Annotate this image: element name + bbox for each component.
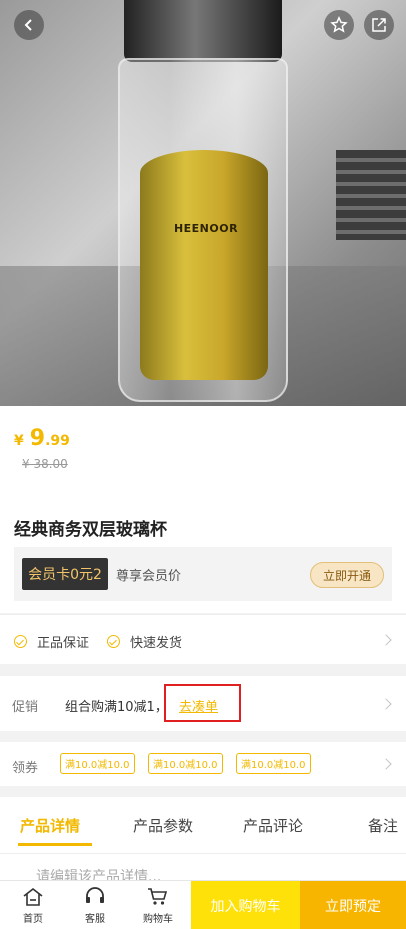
product-title: 经典商务双层玻璃杯 [14,520,167,540]
title-section: 经典商务双层玻璃杯 会员卡0元2 尊享会员价 立即开通 [0,501,406,613]
image-bottle: HEENOOR [118,0,288,402]
nav-customer-service[interactable]: 客服 [64,881,126,929]
guarantee-fast-shipping: 快速发货 [107,632,182,651]
chevron-right-icon [380,634,392,646]
share-icon [372,18,386,32]
chevron-right-icon [380,758,392,770]
original-price: ¥ 38.00 [22,457,68,471]
open-membership-button[interactable]: 立即开通 [310,562,384,588]
price-section: ¥9.99 ¥ 38.00 [0,406,406,501]
favorite-button[interactable] [324,10,354,40]
guarantee-authentic: 正品保证 [14,632,89,651]
current-price: ¥9.99 [14,426,70,451]
back-arrow-icon [24,19,32,31]
tab-product-details[interactable]: 产品详情 [20,815,80,836]
tab-product-params[interactable]: 产品参数 [133,815,193,836]
member-price-text: 尊享会员价 [116,569,182,584]
guarantee-label: 正品保证 [37,636,90,651]
coupon-row[interactable]: 领券 满10.0减10.0 满10.0减10.0 满10.0减10.0 [0,742,406,786]
nav-cart-label: 购物车 [143,914,173,925]
cart-icon [148,888,168,905]
product-image[interactable]: HEENOOR [0,0,406,406]
star-icon [330,16,348,33]
price-currency: ¥ [14,433,24,449]
active-tab-indicator [18,843,92,846]
guarantee-row[interactable]: 正品保证 快速发货 [0,614,406,664]
guarantee-label: 快速发货 [130,636,183,651]
tab-product-reviews[interactable]: 产品评论 [243,815,303,836]
nav-service-label: 客服 [85,914,105,925]
coupon-badge[interactable]: 满10.0减10.0 [148,753,223,774]
coupon-badge[interactable]: 满10.0减10.0 [60,753,135,774]
add-to-cart-button[interactable]: 加入购物车 [191,881,300,929]
price-decimal: .99 [45,433,70,449]
highlight-box [164,684,241,722]
check-circle-icon [14,635,27,648]
nav-cart[interactable]: 购物车 [127,881,189,929]
bottom-action-bar: 首页 客服 购物车 加入购物车 立即预定 [0,880,406,929]
image-books [336,150,406,240]
member-card-tag: 会员卡0元2 [22,558,108,590]
bottle-cap [124,0,282,62]
chevron-right-icon [380,698,392,710]
coupon-label: 领券 [12,761,39,776]
coupon-badge[interactable]: 满10.0减10.0 [236,753,311,774]
share-button[interactable] [364,10,394,40]
nav-home[interactable]: 首页 [2,881,64,929]
home-icon [23,887,43,906]
promotion-row[interactable]: 促销 组合购满10减1， 去凑单 [0,676,406,731]
bottle-tea [140,150,268,380]
member-bar: 会员卡0元2 尊享会员价 立即开通 [14,547,392,601]
promotion-text: 组合购满10减1， [65,700,168,715]
tab-notes[interactable]: 备注 [368,815,398,836]
headset-icon [86,887,104,903]
bottle-brand-text: HEENOOR [173,222,239,235]
back-button[interactable] [14,10,44,40]
promotion-label: 促销 [12,700,39,715]
detail-tabs: 产品详情 产品参数 产品评论 备注 [0,797,406,853]
price-integer: 9 [29,426,46,451]
order-now-button[interactable]: 立即预定 [300,881,406,929]
nav-home-label: 首页 [23,914,43,925]
check-circle-icon [107,635,120,648]
